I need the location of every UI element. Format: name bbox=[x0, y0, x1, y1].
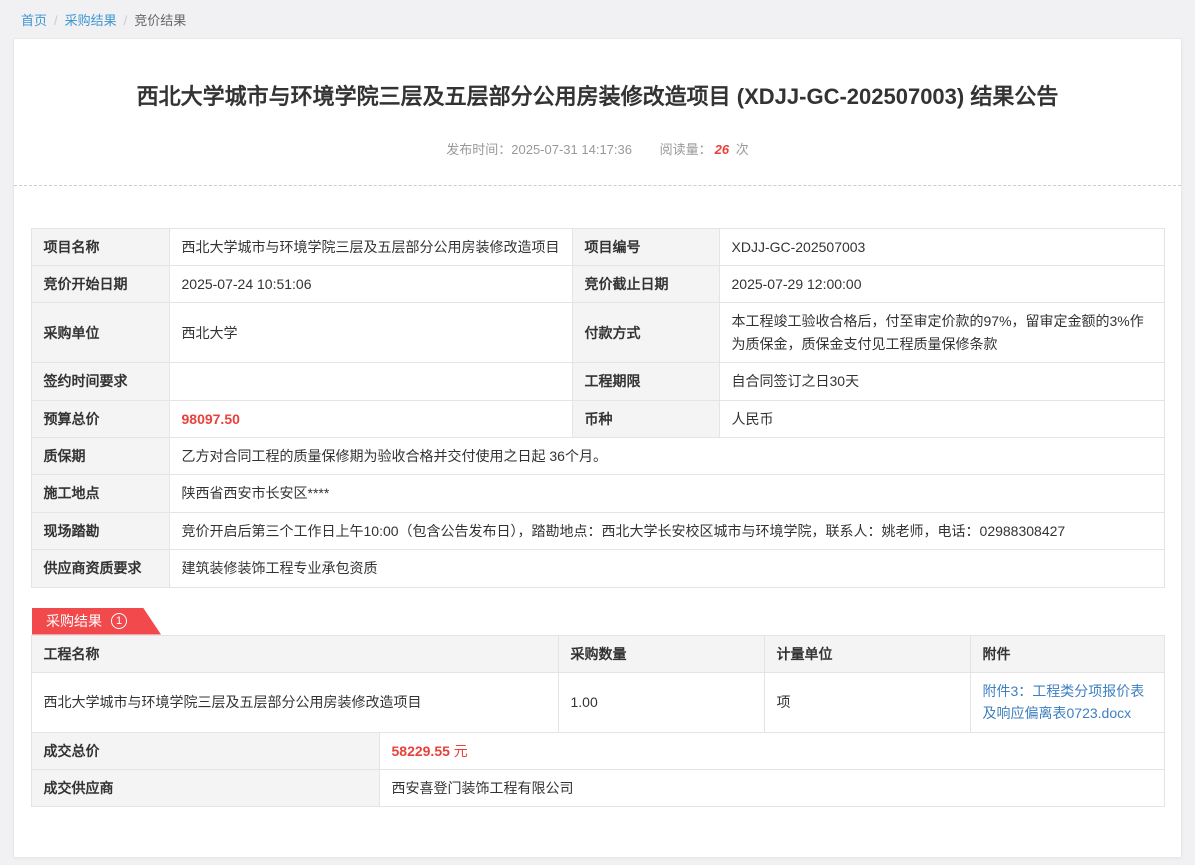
project-name-label: 项目名称 bbox=[31, 228, 169, 265]
supplier-qualification-value: 建筑装修装饰工程专业承包资质 bbox=[169, 550, 1164, 587]
procurement-result-table: 工程名称 采购数量 计量单位 附件 西北大学城市与环境学院三层及五层部分公用房装… bbox=[31, 635, 1165, 733]
result-unit: 项 bbox=[764, 672, 970, 732]
purchaser-label: 采购单位 bbox=[31, 303, 169, 363]
site-survey-label: 现场踏勘 bbox=[31, 512, 169, 549]
publish-time-label: 发布时间： bbox=[446, 142, 511, 157]
breadcrumb: 首页 / 采购结果 / 竞价结果 bbox=[0, 0, 1195, 29]
table-row: 签约时间要求 工程期限 自合同签订之日30天 bbox=[31, 363, 1164, 400]
project-duration-value: 自合同签订之日30天 bbox=[719, 363, 1164, 400]
page-title: 西北大学城市与环境学院三层及五层部分公用房装修改造项目 (XDJJ-GC-202… bbox=[74, 83, 1121, 112]
warranty-value: 乙方对合同工程的质量保修期为验收合格并交付使用之日起 36个月。 bbox=[169, 437, 1164, 474]
bid-end-value: 2025-07-29 12:00:00 bbox=[719, 265, 1164, 302]
read-count-value: 26 bbox=[715, 142, 729, 157]
bid-start-value: 2025-07-24 10:51:06 bbox=[169, 265, 572, 302]
table-row: 项目名称 西北大学城市与环境学院三层及五层部分公用房装修改造项目 项目编号 XD… bbox=[31, 228, 1164, 265]
read-count: 阅读量：26 次 bbox=[660, 142, 749, 157]
project-name-value: 西北大学城市与环境学院三层及五层部分公用房装修改造项目 bbox=[169, 228, 572, 265]
bid-end-label: 竞价截止日期 bbox=[572, 265, 719, 302]
deal-price-value: 58229.55 bbox=[392, 743, 450, 759]
project-info-table: 项目名称 西北大学城市与环境学院三层及五层部分公用房装修改造项目 项目编号 XD… bbox=[31, 228, 1165, 588]
project-code-label: 项目编号 bbox=[572, 228, 719, 265]
construction-site-value: 陕西省西安市长安区**** bbox=[169, 475, 1164, 512]
table-row: 施工地点 陕西省西安市长安区**** bbox=[31, 475, 1164, 512]
currency-value: 人民币 bbox=[719, 400, 1164, 437]
col-header-attachment: 附件 bbox=[970, 635, 1164, 672]
budget-total-value: 98097.50 bbox=[169, 400, 572, 437]
announcement-card: 西北大学城市与环境学院三层及五层部分公用房装修改造项目 (XDJJ-GC-202… bbox=[13, 38, 1182, 858]
result-project-name: 西北大学城市与环境学院三层及五层部分公用房装修改造项目 bbox=[31, 672, 558, 732]
breadcrumb-separator: / bbox=[124, 13, 128, 28]
attachment-link[interactable]: 附件3：工程类分项报价表及响应偏离表0723.docx bbox=[983, 683, 1145, 721]
read-count-label: 阅读量： bbox=[660, 142, 712, 157]
deal-price-unit: 元 bbox=[454, 743, 468, 759]
breadcrumb-link-procurement-results[interactable]: 采购结果 bbox=[65, 13, 117, 28]
bid-start-label: 竞价开始日期 bbox=[31, 265, 169, 302]
result-quantity: 1.00 bbox=[558, 672, 764, 732]
dashed-divider bbox=[14, 185, 1181, 186]
project-duration-label: 工程期限 bbox=[572, 363, 719, 400]
payment-method-label: 付款方式 bbox=[572, 303, 719, 363]
announcement-meta: 发布时间：2025-07-31 14:17:36 阅读量：26 次 bbox=[14, 139, 1181, 158]
breadcrumb-separator: / bbox=[54, 13, 58, 28]
currency-label: 币种 bbox=[572, 400, 719, 437]
table-row: 采购单位 西北大学 付款方式 本工程竣工验收合格后，付至审定价款的97%，留审定… bbox=[31, 303, 1164, 363]
badge-label: 采购结果 bbox=[46, 611, 102, 631]
deal-price-label: 成交总价 bbox=[31, 732, 379, 769]
project-code-value: XDJJ-GC-202507003 bbox=[719, 228, 1164, 265]
sign-time-value bbox=[169, 363, 572, 400]
table-row: 成交供应商 西安喜登门装饰工程有限公司 bbox=[31, 770, 1164, 807]
supplier-qualification-label: 供应商资质要求 bbox=[31, 550, 169, 587]
winning-supplier-value: 西安喜登门装饰工程有限公司 bbox=[379, 770, 1164, 807]
breadcrumb-link-home[interactable]: 首页 bbox=[21, 13, 47, 28]
table-row: 成交总价 58229.55 元 bbox=[31, 732, 1164, 769]
col-header-unit: 计量单位 bbox=[764, 635, 970, 672]
breadcrumb-current-page: 竞价结果 bbox=[134, 13, 186, 28]
construction-site-label: 施工地点 bbox=[31, 475, 169, 512]
table-row: 竞价开始日期 2025-07-24 10:51:06 竞价截止日期 2025-0… bbox=[31, 265, 1164, 302]
table-row: 现场踏勘 竞价开启后第三个工作日上午10:00（包含公告发布日），踏勘地点：西北… bbox=[31, 512, 1164, 549]
badge-count: 1 bbox=[111, 613, 127, 629]
read-count-unit: 次 bbox=[736, 142, 749, 157]
table-row: 西北大学城市与环境学院三层及五层部分公用房装修改造项目 1.00 项 附件3：工… bbox=[31, 672, 1164, 732]
site-survey-value: 竞价开启后第三个工作日上午10:00（包含公告发布日），踏勘地点：西北大学长安校… bbox=[169, 512, 1164, 549]
sign-time-label: 签约时间要求 bbox=[31, 363, 169, 400]
winning-supplier-label: 成交供应商 bbox=[31, 770, 379, 807]
warranty-label: 质保期 bbox=[31, 437, 169, 474]
deal-summary-table: 成交总价 58229.55 元 成交供应商 西安喜登门装饰工程有限公司 bbox=[31, 732, 1165, 808]
table-row: 预算总价 98097.50 币种 人民币 bbox=[31, 400, 1164, 437]
procurement-result-badge: 采购结果 1 bbox=[32, 608, 161, 635]
publish-time-value: 2025-07-31 14:17:36 bbox=[511, 142, 632, 157]
col-header-project-name: 工程名称 bbox=[31, 635, 558, 672]
table-row: 供应商资质要求 建筑装修装饰工程专业承包资质 bbox=[31, 550, 1164, 587]
publish-time: 发布时间：2025-07-31 14:17:36 bbox=[446, 142, 632, 157]
purchaser-value: 西北大学 bbox=[169, 303, 572, 363]
table-row: 质保期 乙方对合同工程的质量保修期为验收合格并交付使用之日起 36个月。 bbox=[31, 437, 1164, 474]
table-header-row: 工程名称 采购数量 计量单位 附件 bbox=[31, 635, 1164, 672]
col-header-quantity: 采购数量 bbox=[558, 635, 764, 672]
payment-method-value: 本工程竣工验收合格后，付至审定价款的97%，留审定金额的3%作为质保金，质保金支… bbox=[719, 303, 1164, 363]
budget-total-label: 预算总价 bbox=[31, 400, 169, 437]
